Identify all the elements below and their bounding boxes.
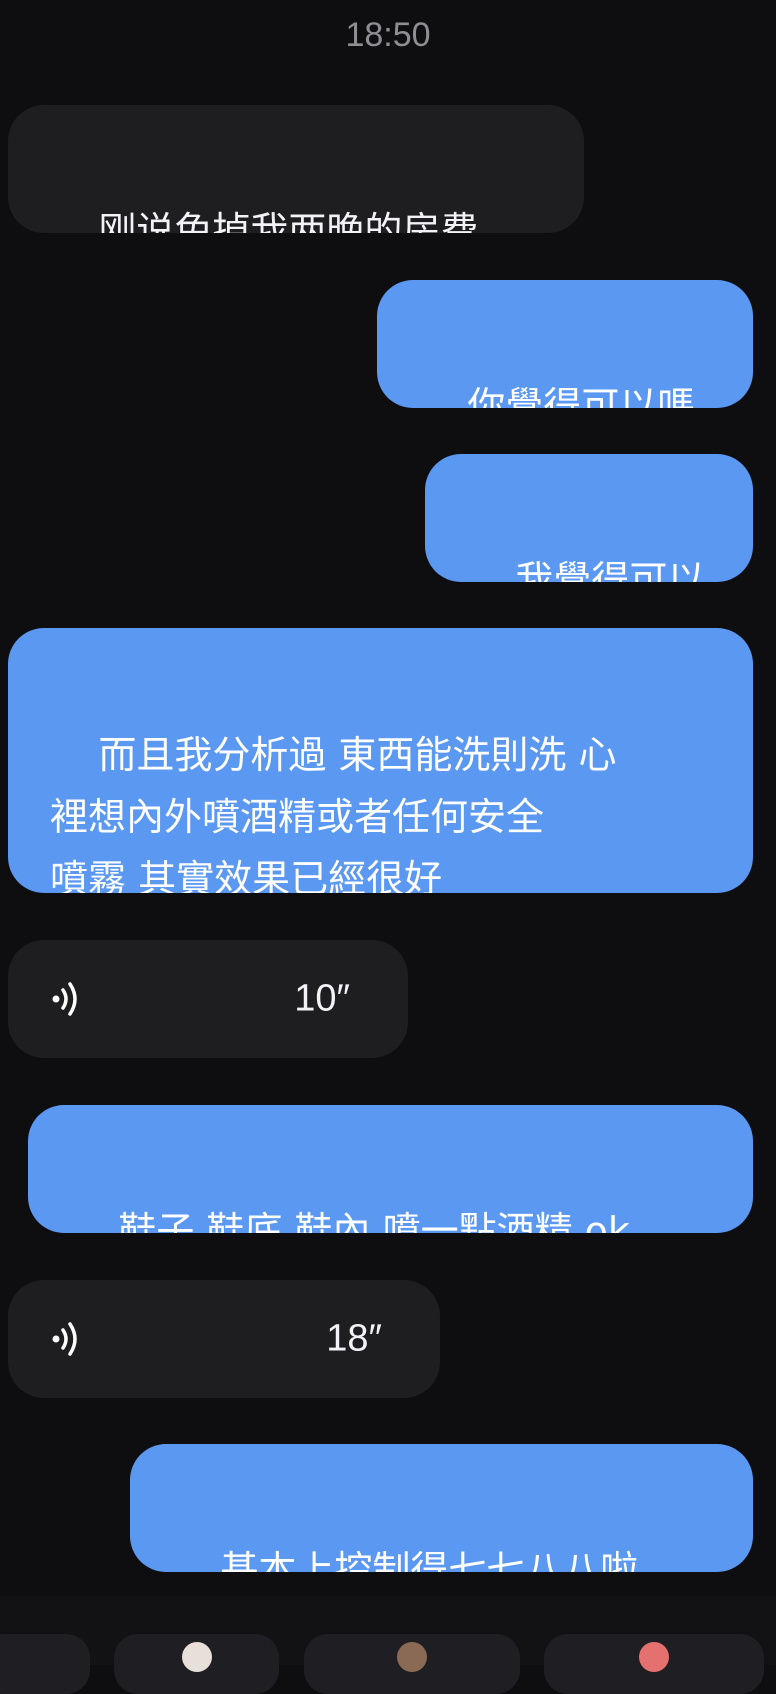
message-bubble-outgoing[interactable]: 基本上控制得七七八八啦: [130, 1444, 753, 1572]
sticker-item[interactable]: [544, 1634, 764, 1694]
message-bubble-outgoing[interactable]: 而且我分析過 東西能洗則洗 心 裡想內外噴酒精或者任何安全 噴霧 其實效果已經很…: [8, 628, 753, 893]
message-text: 刚说免掉我两晚的房费: [98, 209, 479, 233]
sticker-thumbnail-icon: [639, 1642, 669, 1672]
voice-wave-icon: [52, 1322, 77, 1356]
voice-duration: 18″: [326, 1317, 382, 1360]
message-bubble-incoming[interactable]: 刚说免掉我两晚的房费: [8, 105, 584, 233]
message-bubble-outgoing[interactable]: 鞋子 鞋底 鞋內 噴一點酒精 ok: [28, 1105, 753, 1233]
message-text: 而且我分析過 東西能洗則洗 心 裡想內外噴酒精或者任何安全 噴霧 其實效果已經很…: [50, 733, 617, 893]
message-text: 基本上控制得七七八八啦: [220, 1548, 639, 1572]
message-timestamp: 18:50: [345, 16, 431, 54]
sticker-item[interactable]: [0, 1634, 90, 1694]
sticker-thumbnail-icon: [397, 1642, 427, 1672]
message-bubble-outgoing[interactable]: 你覺得可以嗎: [377, 280, 753, 408]
sticker-item[interactable]: [304, 1634, 520, 1694]
message-text: 你覺得可以嗎: [467, 384, 696, 408]
voice-wave-icon: [52, 982, 77, 1016]
voice-message-incoming[interactable]: 18″: [8, 1280, 440, 1398]
message-bubble-outgoing[interactable]: 我覺得可以: [425, 454, 753, 582]
message-text: 我覺得可以: [515, 558, 706, 582]
voice-duration: 10″: [294, 977, 350, 1020]
message-text: 鞋子 鞋底 鞋內 噴一點酒精 ok: [118, 1209, 630, 1233]
sticker-thumbnail-icon: [181, 1642, 212, 1672]
voice-message-incoming[interactable]: 10″: [8, 940, 408, 1058]
sticker-item[interactable]: [114, 1634, 279, 1694]
